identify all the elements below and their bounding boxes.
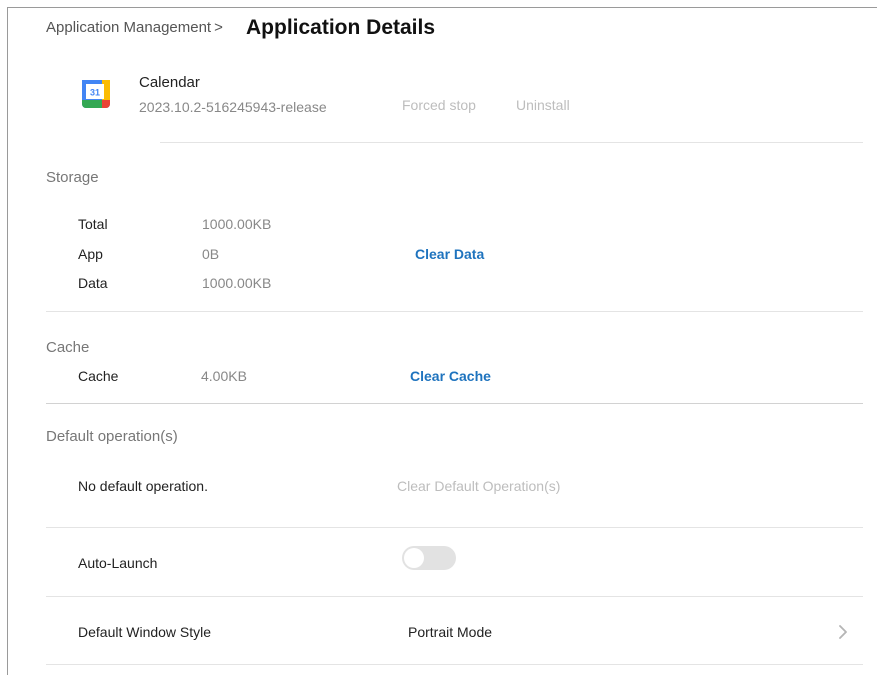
toggle-knob [404, 548, 424, 568]
cache-section-title: Cache [46, 339, 90, 356]
storage-total-label: Total [78, 216, 108, 232]
window-style-label: Default Window Style [78, 624, 212, 640]
default-operations-section-title: Default operation(s) [46, 428, 178, 445]
auto-launch-toggle[interactable] [402, 546, 456, 570]
divider [46, 311, 863, 312]
divider [160, 142, 863, 143]
breadcrumb-separator: > [214, 19, 223, 36]
storage-app-value: 0B [202, 246, 220, 262]
forced-stop-button[interactable]: Forced stop [402, 97, 476, 113]
auto-launch-label: Auto-Launch [78, 555, 158, 571]
storage-app-label: App [78, 246, 103, 262]
breadcrumb: Application Management > [46, 19, 227, 36]
divider [46, 664, 863, 665]
divider [46, 596, 863, 597]
app-name: Calendar [139, 74, 200, 91]
clear-default-operations-button[interactable]: Clear Default Operation(s) [397, 478, 560, 494]
storage-total-value: 1000.00KB [202, 216, 272, 232]
breadcrumb-parent-link[interactable]: Application Management [46, 19, 211, 36]
clear-cache-button[interactable]: Clear Cache [410, 368, 491, 384]
calendar-icon-number: 31 [90, 88, 100, 98]
default-operations-status: No default operation. [78, 478, 208, 494]
clear-data-button[interactable]: Clear Data [415, 246, 484, 262]
chevron-right-icon[interactable] [835, 622, 851, 642]
uninstall-button[interactable]: Uninstall [516, 97, 570, 113]
storage-data-label: Data [78, 275, 108, 291]
divider [46, 527, 863, 528]
google-calendar-icon: 31 [82, 80, 110, 108]
cache-value: 4.00KB [201, 368, 247, 384]
storage-data-value: 1000.00KB [202, 275, 272, 291]
page-title: Application Details [246, 16, 436, 39]
divider [46, 403, 863, 404]
storage-section-title: Storage [46, 169, 99, 186]
window-style-value[interactable]: Portrait Mode [408, 624, 492, 640]
cache-label: Cache [78, 368, 119, 384]
app-version: 2023.10.2-516245943-release [139, 99, 327, 115]
